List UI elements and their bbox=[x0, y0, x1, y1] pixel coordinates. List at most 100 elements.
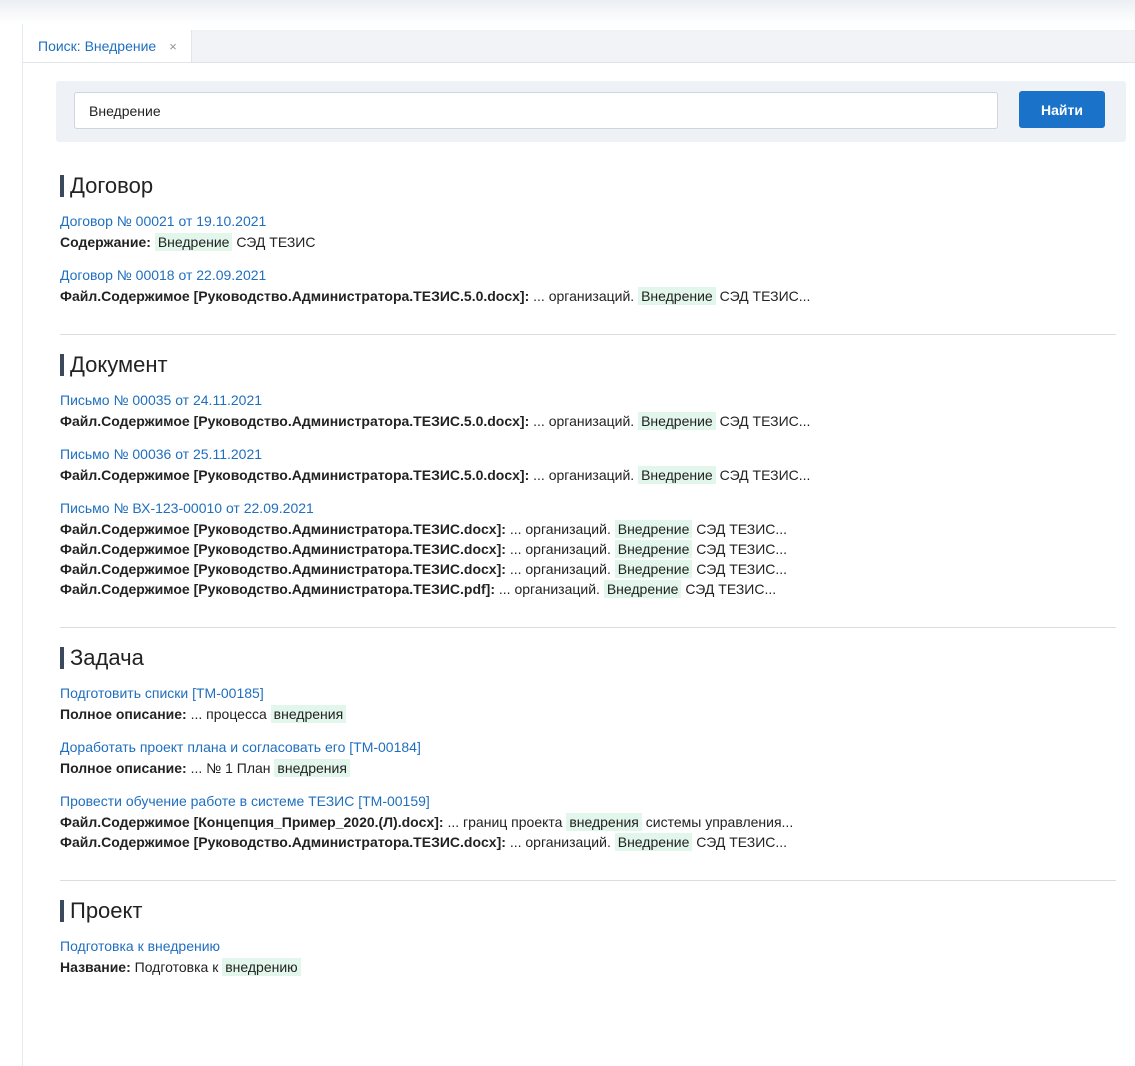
search-match-highlight: Внедрение bbox=[638, 412, 716, 430]
snippet-field-label: Полное описание: bbox=[60, 760, 187, 776]
tab-label: Поиск: Внедрение bbox=[38, 38, 157, 54]
result-link[interactable]: Письмо № 00036 от 25.11.2021 bbox=[60, 445, 1116, 463]
snippet-text-after: СЭД ТЕЗИС... bbox=[696, 834, 788, 850]
snippet-text-after: СЭД ТЕЗИС... bbox=[719, 413, 811, 429]
result-snippet: Полное описание: ... процесса внедрения bbox=[60, 704, 1116, 724]
result-item: Письмо № 00036 от 25.11.2021 Файл.Содержи… bbox=[60, 445, 1116, 485]
result-item: Письмо № ВХ-123-00010 от 22.09.2021 Файл.… bbox=[60, 499, 1116, 599]
result-snippet: Файл.Содержимое [Руководство.Администрат… bbox=[60, 465, 1116, 485]
result-snippet: Файл.Содержимое [Руководство.Администрат… bbox=[60, 559, 1116, 579]
search-match-highlight: Внедрение bbox=[614, 540, 693, 558]
window-top-shadow bbox=[0, 0, 1135, 24]
section-title-text: Проект bbox=[70, 898, 143, 923]
result-snippet: Файл.Содержимое [Руководство.Администрат… bbox=[60, 832, 1116, 852]
result-snippet: Файл.Содержимое [Концепция_Пример_2020.(… bbox=[60, 812, 1116, 832]
result-item: Письмо № 00035 от 24.11.2021 Файл.Содержи… bbox=[60, 391, 1116, 431]
snippet-field-label: Полное описание: bbox=[60, 706, 187, 722]
snippet-text-after: СЭД ТЕЗИС... bbox=[719, 288, 811, 304]
result-item: Провести обучение работе в системе ТЕЗИС… bbox=[60, 792, 1116, 852]
section-title: Задача bbox=[60, 644, 1116, 672]
section-title: Проект bbox=[60, 897, 1116, 925]
snippet-field-label: Файл.Содержимое [Руководство.Администрат… bbox=[60, 413, 530, 429]
result-item: Договор № 00021 от 19.10.2021 Содержание:… bbox=[60, 212, 1116, 252]
result-item: Доработать проект плана и согласовать ег… bbox=[60, 738, 1116, 778]
search-results: Договор Договор № 00021 от 19.10.2021 Соде… bbox=[60, 172, 1116, 1021]
search-match-highlight: Внедрение bbox=[154, 233, 233, 251]
search-match-highlight: внедрения bbox=[566, 813, 642, 831]
result-snippet: Содержание: Внедрение СЭД ТЕЗИС bbox=[60, 232, 1116, 252]
search-match-highlight: внедрения bbox=[270, 705, 347, 723]
tab-search[interactable]: Поиск: Внедрение × bbox=[23, 30, 192, 62]
section-title-text: Договор bbox=[70, 173, 154, 198]
search-match-highlight: Внедрение bbox=[603, 580, 682, 598]
snippet-text-before: ... организаций. bbox=[509, 561, 611, 577]
result-link[interactable]: Доработать проект плана и согласовать ег… bbox=[60, 738, 1116, 756]
snippet-field-label: Файл.Содержимое [Концепция_Пример_2020.(… bbox=[60, 814, 444, 830]
snippet-text-after: СЭД ТЕЗИС... bbox=[696, 521, 788, 537]
result-link[interactable]: Подготовить списки [ТМ-00185] bbox=[60, 684, 1116, 702]
snippet-field-label: Файл.Содержимое [Руководство.Администрат… bbox=[60, 288, 530, 304]
section-marker bbox=[60, 647, 64, 669]
close-icon[interactable]: × bbox=[169, 39, 177, 54]
result-section: Документ Письмо № 00035 от 24.11.2021 Файл… bbox=[60, 351, 1116, 628]
result-snippet: Название: Подготовка к внедрению bbox=[60, 957, 1116, 977]
result-snippet: Файл.Содержимое [Руководство.Администрат… bbox=[60, 286, 1116, 306]
snippet-text-before: ... организаций. bbox=[509, 541, 611, 557]
snippet-text-before: Подготовка к bbox=[134, 959, 219, 975]
search-match-highlight: внедрения bbox=[274, 759, 350, 777]
snippet-text-after: СЭД ТЕЗИС... bbox=[696, 541, 788, 557]
section-title-text: Задача bbox=[70, 645, 144, 670]
snippet-field-label: Содержание: bbox=[60, 234, 151, 250]
section-title-text: Документ bbox=[70, 352, 168, 377]
section-marker bbox=[60, 900, 64, 922]
result-link[interactable]: Письмо № 00035 от 24.11.2021 bbox=[60, 391, 1116, 409]
result-section: Проект Подготовка к внедрению Название: По… bbox=[60, 897, 1116, 1005]
snippet-text-before: ... организаций. bbox=[509, 834, 611, 850]
result-snippet: Файл.Содержимое [Руководство.Администрат… bbox=[60, 539, 1116, 559]
snippet-text-before: ... границ проекта bbox=[447, 814, 563, 830]
snippet-field-label: Файл.Содержимое [Руководство.Администрат… bbox=[60, 521, 506, 537]
snippet-field-label: Название: bbox=[60, 959, 131, 975]
tab-bar: Поиск: Внедрение × bbox=[23, 30, 1135, 63]
search-match-highlight: Внедрение bbox=[614, 520, 693, 538]
snippet-field-label: Файл.Содержимое [Руководство.Администрат… bbox=[60, 561, 506, 577]
find-button[interactable]: Найти bbox=[1019, 91, 1105, 128]
snippet-text-before: ... организаций. bbox=[533, 413, 635, 429]
result-item: Договор № 00018 от 22.09.2021 Файл.Содерж… bbox=[60, 266, 1116, 306]
snippet-field-label: Файл.Содержимое [Руководство.Администрат… bbox=[60, 581, 495, 597]
result-link[interactable]: Письмо № ВХ-123-00010 от 22.09.2021 bbox=[60, 499, 1116, 517]
result-snippet: Полное описание: ... № 1 План внедрения bbox=[60, 758, 1116, 778]
search-match-highlight: Внедрение bbox=[638, 287, 716, 305]
result-link[interactable]: Договор № 00018 от 22.09.2021 bbox=[60, 266, 1116, 284]
search-match-highlight: внедрению bbox=[222, 958, 301, 976]
snippet-text-before: ... процесса bbox=[190, 706, 267, 722]
snippet-text-after: СЭД ТЕЗИС... bbox=[696, 561, 788, 577]
search-match-highlight: Внедрение bbox=[614, 833, 693, 851]
search-input[interactable] bbox=[74, 92, 998, 129]
snippet-field-label: Файл.Содержимое [Руководство.Администрат… bbox=[60, 467, 530, 483]
snippet-text-after: СЭД ТЕЗИС... bbox=[685, 581, 777, 597]
result-section: Договор Договор № 00021 от 19.10.2021 Соде… bbox=[60, 172, 1116, 335]
snippet-text-after: СЭД ТЕЗИС... bbox=[719, 467, 811, 483]
snippet-text-before: ... организаций. bbox=[533, 467, 635, 483]
result-link[interactable]: Провести обучение работе в системе ТЕЗИС… bbox=[60, 792, 1116, 810]
result-link[interactable]: Договор № 00021 от 19.10.2021 bbox=[60, 212, 1116, 230]
search-match-highlight: Внедрение bbox=[638, 466, 716, 484]
snippet-text-after: СЭД ТЕЗИС bbox=[236, 234, 316, 250]
content-left-border bbox=[22, 24, 23, 1066]
section-title: Договор bbox=[60, 172, 1116, 200]
snippet-text-before: ... № 1 План bbox=[190, 760, 271, 776]
snippet-text-before: ... организаций. bbox=[533, 288, 635, 304]
snippet-text-after: системы управления... bbox=[645, 814, 794, 830]
result-link[interactable]: Подготовка к внедрению bbox=[60, 937, 1116, 955]
snippet-field-label: Файл.Содержимое [Руководство.Администрат… bbox=[60, 834, 506, 850]
section-marker bbox=[60, 354, 64, 376]
search-panel: Найти bbox=[56, 81, 1126, 142]
result-snippet: Файл.Содержимое [Руководство.Администрат… bbox=[60, 519, 1116, 539]
result-snippet: Файл.Содержимое [Руководство.Администрат… bbox=[60, 411, 1116, 431]
snippet-field-label: Файл.Содержимое [Руководство.Администрат… bbox=[60, 541, 506, 557]
result-item: Подготовить списки [ТМ-00185] Полное опис… bbox=[60, 684, 1116, 724]
snippet-text-before: ... организаций. bbox=[509, 521, 611, 537]
result-item: Подготовка к внедрению Название: Подготов… bbox=[60, 937, 1116, 977]
result-snippet: Файл.Содержимое [Руководство.Администрат… bbox=[60, 579, 1116, 599]
